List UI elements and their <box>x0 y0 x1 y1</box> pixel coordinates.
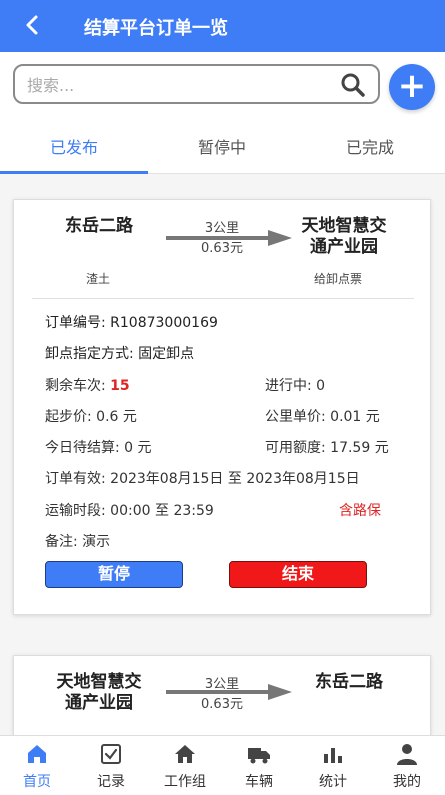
remaining-trips: 15 <box>110 378 130 394</box>
home-icon <box>28 745 46 763</box>
remaining-trips-label: 剩余车次: <box>45 378 106 394</box>
search-input[interactable] <box>27 73 327 97</box>
house-icon <box>175 745 195 763</box>
app-header: 结算平台订单一览 <box>0 0 445 52</box>
search-bar-area: + <box>0 52 445 122</box>
transport-period-to-word: 至 <box>154 503 169 519</box>
tab-paused[interactable]: 暂停中 <box>162 134 282 158</box>
tab-published[interactable]: 已发布 <box>14 134 134 158</box>
nav-label: 记录 <box>97 774 125 790</box>
nav-workgroup[interactable]: 工作组 <box>148 742 222 794</box>
plus-icon: + <box>397 66 427 106</box>
route-destination: 东岳二路 <box>315 672 383 692</box>
transport-period-to: 23:59 <box>173 503 214 519</box>
search-icon[interactable] <box>340 72 366 98</box>
available-quota: 17.59 元 <box>330 440 389 456</box>
checklist-icon <box>101 744 121 764</box>
route-price: 0.63元 <box>201 697 243 712</box>
ongoing-label: 进行中: <box>265 378 312 394</box>
today-settlement: 0 元 <box>124 440 152 456</box>
start-price: 0.6 元 <box>96 409 137 425</box>
route-origin-line1: 天地智慧交 <box>56 672 142 692</box>
road-insurance-badge: 含路保 <box>339 503 381 519</box>
order-card[interactable]: 东岳二路 3公里 0.63元 天地智慧交 通产业园 渣土 给卸点票 订单编号: … <box>13 199 431 615</box>
user-icon <box>397 744 417 765</box>
nav-label: 车辆 <box>245 774 273 790</box>
transport-period-row: 运输时段: 00:00 至 23:59 <box>45 500 214 520</box>
ongoing-count: 0 <box>316 378 326 394</box>
truck-icon <box>248 748 270 764</box>
route-destination: 天地智慧交 通产业园 <box>284 216 404 258</box>
bottom-navigation: 首页 记录 工作组 车辆 统计 我的 <box>0 735 445 795</box>
available-quota-label: 可用额度: <box>265 440 326 456</box>
nav-label: 统计 <box>319 774 347 790</box>
validity-to-word: 至 <box>227 471 242 487</box>
back-button[interactable] <box>18 10 48 40</box>
validity-from: 2023年08月15日 <box>110 471 224 487</box>
ticket-type: 给卸点票 <box>314 272 363 286</box>
today-settlement-row: 今日待结算: 0 元 <box>45 437 152 457</box>
chevron-left-icon <box>26 15 38 35</box>
nav-label: 我的 <box>393 774 421 790</box>
transport-period-label: 运输时段: <box>45 503 106 519</box>
ongoing-row: 进行中: 0 <box>265 375 325 395</box>
start-price-label: 起步价: <box>45 409 92 425</box>
route-destination-line1: 天地智慧交 <box>301 216 387 236</box>
search-box[interactable] <box>13 64 380 104</box>
order-card[interactable]: 天地智慧交 通产业园 3公里 0.63元 东岳二路 <box>13 655 431 735</box>
bar-chart-icon <box>324 748 342 763</box>
page-title: 结算平台订单一览 <box>84 18 228 39</box>
nav-profile[interactable]: 我的 <box>370 742 444 794</box>
nav-label: 首页 <box>23 774 51 790</box>
route-price: 0.63元 <box>201 241 243 256</box>
route-origin-line2: 通产业园 <box>65 693 133 713</box>
unit-price: 0.01 元 <box>330 409 380 425</box>
available-quota-row: 可用额度: 17.59 元 <box>265 437 389 457</box>
remark: 演示 <box>82 534 111 550</box>
transport-period-from: 00:00 <box>110 503 151 519</box>
nav-vehicles[interactable]: 车辆 <box>222 742 296 794</box>
card-divider <box>32 298 414 299</box>
validity-to: 2023年08月15日 <box>246 471 360 487</box>
remark-row: 备注: 演示 <box>45 531 110 551</box>
order-number-row: 订单编号: R10873000169 <box>45 312 218 332</box>
nav-statistics[interactable]: 统计 <box>296 742 370 794</box>
remark-label: 备注: <box>45 534 78 550</box>
active-tab-indicator <box>0 171 148 174</box>
order-status-tabs: 已发布 暂停中 已完成 <box>0 122 445 174</box>
nav-label: 工作组 <box>164 774 206 790</box>
validity-label: 订单有效: <box>45 471 106 487</box>
validity-row: 订单有效: 2023年08月15日 至 2023年08月15日 <box>45 468 360 488</box>
remaining-trips-row: 剩余车次: 15 <box>45 375 130 395</box>
nav-home[interactable]: 首页 <box>0 742 74 794</box>
order-number-label: 订单编号: <box>45 315 106 331</box>
order-number: R10873000169 <box>110 315 218 331</box>
route-destination-line2: 通产业园 <box>310 237 378 257</box>
end-button[interactable]: 结束 <box>229 561 367 588</box>
pause-button[interactable]: 暂停 <box>45 561 183 588</box>
today-settlement-label: 今日待结算: <box>45 440 120 456</box>
unit-price-label: 公里单价: <box>265 409 326 425</box>
order-list: 东岳二路 3公里 0.63元 天地智慧交 通产业园 渣土 给卸点票 订单编号: … <box>0 175 445 735</box>
cargo-type: 渣土 <box>86 272 111 286</box>
route-origin: 天地智慧交 通产业园 <box>34 672 164 714</box>
route-origin: 东岳二路 <box>65 216 133 236</box>
unload-mode: 固定卸点 <box>138 346 195 362</box>
nav-records[interactable]: 记录 <box>74 742 148 794</box>
unload-mode-row: 卸点指定方式: 固定卸点 <box>45 343 194 363</box>
add-order-button[interactable]: + <box>389 64 435 110</box>
start-price-row: 起步价: 0.6 元 <box>45 406 137 426</box>
unload-mode-label: 卸点指定方式: <box>45 346 134 362</box>
unit-price-row: 公里单价: 0.01 元 <box>265 406 380 426</box>
tab-completed[interactable]: 已完成 <box>310 134 430 158</box>
